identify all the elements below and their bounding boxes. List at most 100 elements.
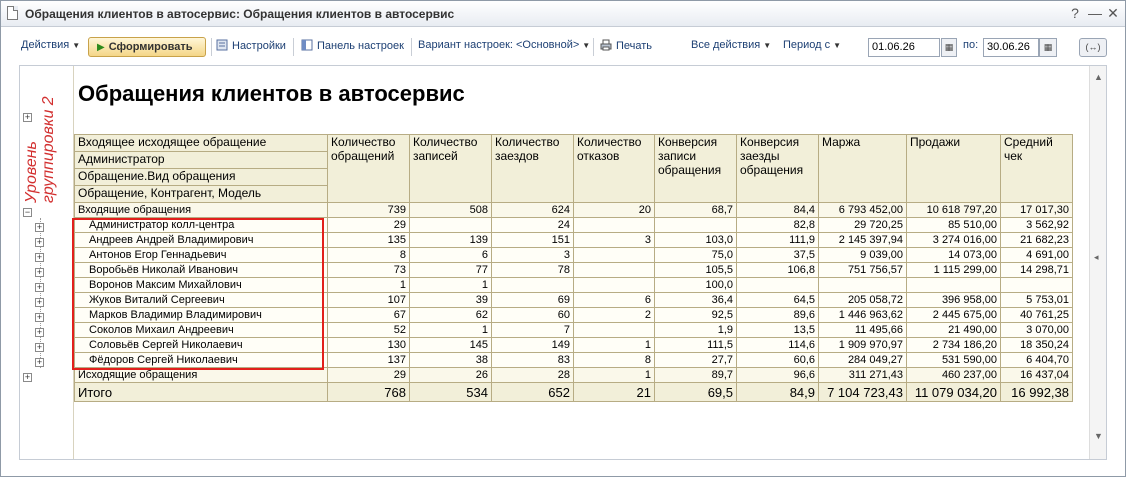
variant-label: Вариант настроек: <Основной>	[418, 39, 580, 51]
calendar-from-icon[interactable]: ▦	[941, 38, 957, 57]
expand-row-icon[interactable]: +	[35, 253, 44, 262]
title-bar: Обращения клиентов в автосервис: Обращен…	[1, 1, 1125, 27]
value-cell: 69	[491, 292, 574, 308]
value-cell: 82,8	[736, 217, 819, 233]
expand-row-icon[interactable]: +	[35, 298, 44, 307]
value-cell: 3 274 016,00	[906, 232, 1001, 248]
close-icon[interactable]: ✕	[1105, 5, 1121, 21]
value-cell: 1 446 963,62	[818, 307, 907, 323]
value-cell: 205 058,72	[818, 292, 907, 308]
value-cell: 111,5	[654, 337, 737, 353]
value-cell: 1	[409, 277, 492, 293]
value-cell: 89,6	[736, 307, 819, 323]
value-cell: 16 992,38	[1000, 382, 1073, 402]
scroll-up-icon[interactable]: ▲	[1094, 72, 1103, 82]
expand-row-icon[interactable]: +	[35, 328, 44, 337]
value-cell: 39	[409, 292, 492, 308]
expand-outgoing-icon[interactable]: +	[23, 373, 32, 382]
value-cell: 652	[491, 382, 574, 402]
value-cell	[654, 217, 737, 233]
value-cell: 111,9	[736, 232, 819, 248]
value-cell: 17 017,30	[1000, 202, 1073, 218]
value-cell: 7 104 723,43	[818, 382, 907, 402]
date-to-input[interactable]: 30.06.26	[983, 38, 1039, 57]
value-cell: 103,0	[654, 232, 737, 248]
generate-button[interactable]: ▶ Сформировать	[88, 37, 206, 57]
row-header-cell: Администратор	[74, 151, 328, 169]
column-header: Средний чек	[1000, 134, 1073, 203]
value-cell	[1000, 277, 1073, 293]
play-icon: ▶	[97, 42, 105, 53]
value-cell: 2 145 397,94	[818, 232, 907, 248]
value-cell: 20	[573, 202, 655, 218]
value-cell: 6	[409, 247, 492, 263]
value-cell: 38	[409, 352, 492, 368]
value-cell: 29	[327, 217, 410, 233]
value-cell: 27,7	[654, 352, 737, 368]
minimize-icon[interactable]: —	[1087, 5, 1103, 21]
period-select-button[interactable]: (↔)	[1079, 38, 1107, 57]
expand-row-icon[interactable]: +	[35, 358, 44, 367]
value-cell: 105,5	[654, 262, 737, 278]
expand-row-icon[interactable]: +	[35, 223, 44, 232]
all-actions-menu[interactable]: Все действия ▼	[691, 39, 771, 51]
value-cell: 83	[491, 352, 574, 368]
help-icon[interactable]: ?	[1067, 5, 1083, 21]
expand-row-icon[interactable]: +	[35, 283, 44, 292]
value-cell	[491, 277, 574, 293]
value-cell: 62	[409, 307, 492, 323]
value-cell	[573, 217, 655, 233]
value-cell: 751 756,57	[818, 262, 907, 278]
row-label: Входящие обращения	[74, 202, 328, 218]
printer-icon	[600, 39, 612, 51]
settings-button[interactable]: Настройки	[216, 39, 286, 52]
value-cell: 2 445 675,00	[906, 307, 1001, 323]
toolbar: Действия ▼ ▶ Сформировать Настройки Панель…	[1, 35, 1125, 59]
table-row[interactable]: Итого 768 534 652 21 69,5 84,9 7 104 723,43 11 0…	[74, 382, 1073, 402]
generate-label: Сформировать	[108, 41, 193, 53]
print-button[interactable]: Печать	[600, 39, 652, 52]
value-cell: 534	[409, 382, 492, 402]
value-cell: 2	[573, 307, 655, 323]
period-label: Период с	[783, 39, 831, 51]
expand-row-icon[interactable]: +	[35, 343, 44, 352]
value-cell: 16 437,04	[1000, 367, 1073, 383]
scroll-down-icon[interactable]: ▼	[1094, 431, 1103, 441]
value-cell: 24	[491, 217, 574, 233]
value-cell: 1	[573, 367, 655, 383]
expand-row-icon[interactable]: +	[35, 313, 44, 322]
value-cell: 1	[327, 277, 410, 293]
value-cell: 60,6	[736, 352, 819, 368]
value-cell: 21 490,00	[906, 322, 1001, 338]
value-cell: 21 682,23	[1000, 232, 1073, 248]
vertical-scrollbar[interactable]: ▲ ◂ ▼	[1089, 66, 1106, 459]
value-cell: 460 237,00	[906, 367, 1001, 383]
expand-row-icon[interactable]: +	[35, 268, 44, 277]
column-header: Количество записей	[409, 134, 492, 203]
calendar-to-icon[interactable]: ▦	[1039, 38, 1057, 57]
value-cell: 3	[491, 247, 574, 263]
scroll-middle-icon: ◂	[1094, 252, 1099, 262]
value-cell: 396 958,00	[906, 292, 1001, 308]
settings-panel-button[interactable]: Панель настроек	[301, 39, 404, 52]
value-cell: 40 761,25	[1000, 307, 1073, 323]
header-row: Входящее исходящее обращение Количество о…	[74, 134, 1073, 203]
variant-menu[interactable]: Вариант настроек: <Основной> ▼	[418, 39, 590, 51]
collapse-incoming-icon[interactable]: −	[23, 208, 32, 217]
column-header: Количество обращений	[327, 134, 410, 203]
date-from-input[interactable]: 01.06.26	[868, 38, 940, 57]
to-label: по:	[963, 39, 979, 51]
value-cell: 107	[327, 292, 410, 308]
row-label: Итого	[74, 382, 328, 402]
value-cell: 21	[573, 382, 655, 402]
value-cell: 68,7	[654, 202, 737, 218]
expand-row-icon[interactable]: +	[35, 238, 44, 247]
value-cell: 75,0	[654, 247, 737, 263]
table-row[interactable]: Входящие обращения 739 508 624 20 68,7 84,4 6 7…	[74, 202, 1073, 218]
period-menu[interactable]: Период с ▼	[783, 39, 841, 51]
value-cell: 69,5	[654, 382, 737, 402]
value-cell: 135	[327, 232, 410, 248]
settings-icon	[216, 39, 228, 51]
actions-menu[interactable]: Действия ▼	[21, 39, 80, 51]
value-cell: 130	[327, 337, 410, 353]
